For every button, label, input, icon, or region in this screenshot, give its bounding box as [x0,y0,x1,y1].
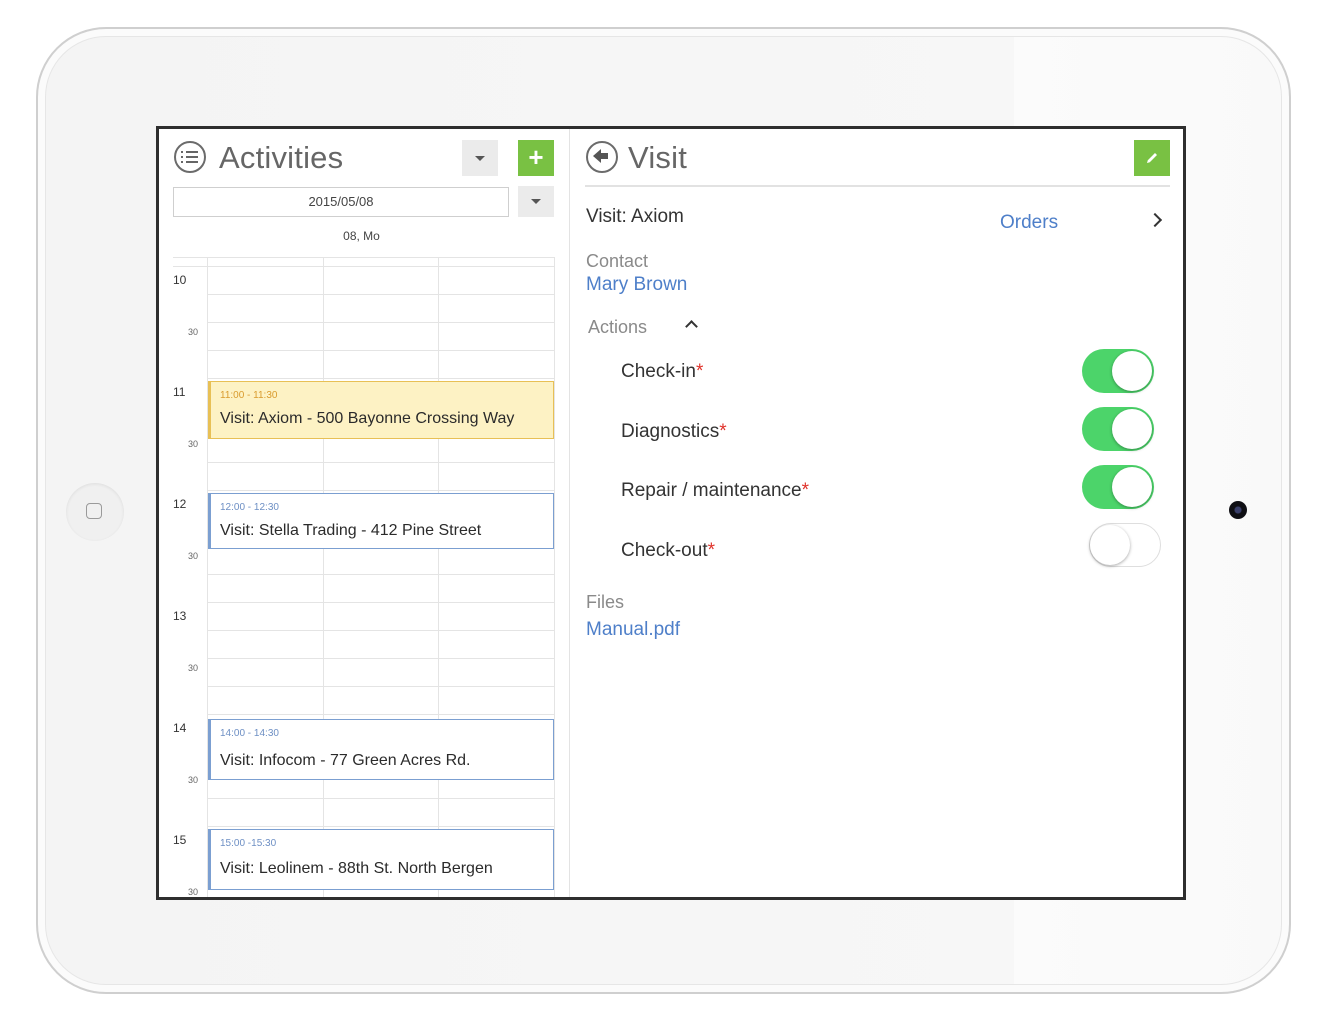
event-infocom[interactable]: 14:00 - 14:30 Visit: Infocom - 77 Green … [208,719,554,780]
hour-label-14: 14 [173,721,187,735]
actions-label[interactable]: Actions [588,317,647,338]
hour-label-10: 10 [173,273,187,287]
add-activity-button[interactable]: + [518,140,554,176]
action-diagnostics-label: Diagnostics* [621,421,727,442]
pencil-icon [1147,153,1157,163]
files-label: Files [586,592,625,612]
half-hour-label: 30 [188,327,199,337]
visit-panel: Visit Visit: Axiom Orders Contact Mary B… [570,129,1183,897]
event-time: 12:00 - 12:30 [220,502,279,513]
list-icon[interactable] [174,141,206,173]
activities-menu-dropdown-button[interactable] [462,140,498,176]
orders-link[interactable]: Orders [1000,212,1058,234]
activities-panel: Activities + 2015/05/08 08, Mo 10 30 11 … [159,129,570,897]
event-axiom[interactable]: 11:00 - 11:30 Visit: Axiom - 500 Bayonne… [208,381,554,439]
camera-lens [1229,501,1247,519]
hour-label-11: 11 [173,385,186,399]
half-hour-label: 30 [188,887,199,897]
check-in-toggle[interactable] [1082,349,1154,393]
activities-title: Activities [219,140,344,175]
app-screen: Activities + 2015/05/08 08, Mo 10 30 11 … [156,126,1186,900]
event-time: 14:00 - 14:30 [220,728,279,739]
visit-name: Visit: Axiom [586,206,684,227]
plus-icon: + [528,142,544,172]
check-out-toggle[interactable] [1089,523,1161,567]
half-hour-label: 30 [188,775,199,785]
event-time: 11:00 - 11:30 [220,390,278,401]
day-label: 08, Mo [343,229,380,243]
calendar-grid: 10 30 11 30 12 30 13 30 14 30 15 30 11:0… [173,257,555,897]
chevron-up-icon[interactable] [685,320,698,333]
action-repair-label: Repair / maintenance* [621,480,810,501]
event-time: 15:00 -15:30 [220,838,277,849]
event-title: Visit: Infocom - 77 Green Acres Rd. [220,752,471,769]
date-field[interactable]: 2015/05/08 [173,187,509,217]
back-arrow-icon[interactable] [586,141,618,173]
action-check-out-label: Check-out* [621,540,716,561]
half-hour-label: 30 [188,551,199,561]
repair-toggle[interactable] [1082,465,1154,509]
event-leolinem[interactable]: 15:00 -15:30 Visit: Leolinem - 88th St. … [208,829,554,890]
contact-name-link[interactable]: Mary Brown [586,274,687,296]
hour-label-13: 13 [173,609,187,623]
visit-title: Visit [628,140,688,175]
hour-label-12: 12 [173,497,187,511]
dropdown-caret-icon [475,156,485,161]
home-button[interactable] [66,483,124,541]
event-title: Visit: Axiom - 500 Bayonne Crossing Way [220,410,515,427]
date-dropdown-button[interactable] [518,186,554,217]
half-hour-label: 30 [188,663,199,673]
action-check-in-label: Check-in* [621,361,704,382]
dropdown-caret-icon [531,199,541,204]
diagnostics-toggle[interactable] [1082,407,1154,451]
edit-button[interactable] [1134,140,1170,176]
hour-label-15: 15 [173,833,187,847]
header-divider [585,185,1170,187]
event-title: Visit: Leolinem - 88th St. North Bergen [220,860,493,877]
contact-label: Contact [586,251,649,271]
event-title: Visit: Stella Trading - 412 Pine Street [220,522,482,539]
half-hour-label: 30 [188,439,199,449]
home-square-icon [86,503,102,519]
file-link-manual[interactable]: Manual.pdf [586,619,680,641]
chevron-right-icon[interactable] [1147,212,1163,228]
event-stella-trading[interactable]: 12:00 - 12:30 Visit: Stella Trading - 41… [208,493,554,549]
